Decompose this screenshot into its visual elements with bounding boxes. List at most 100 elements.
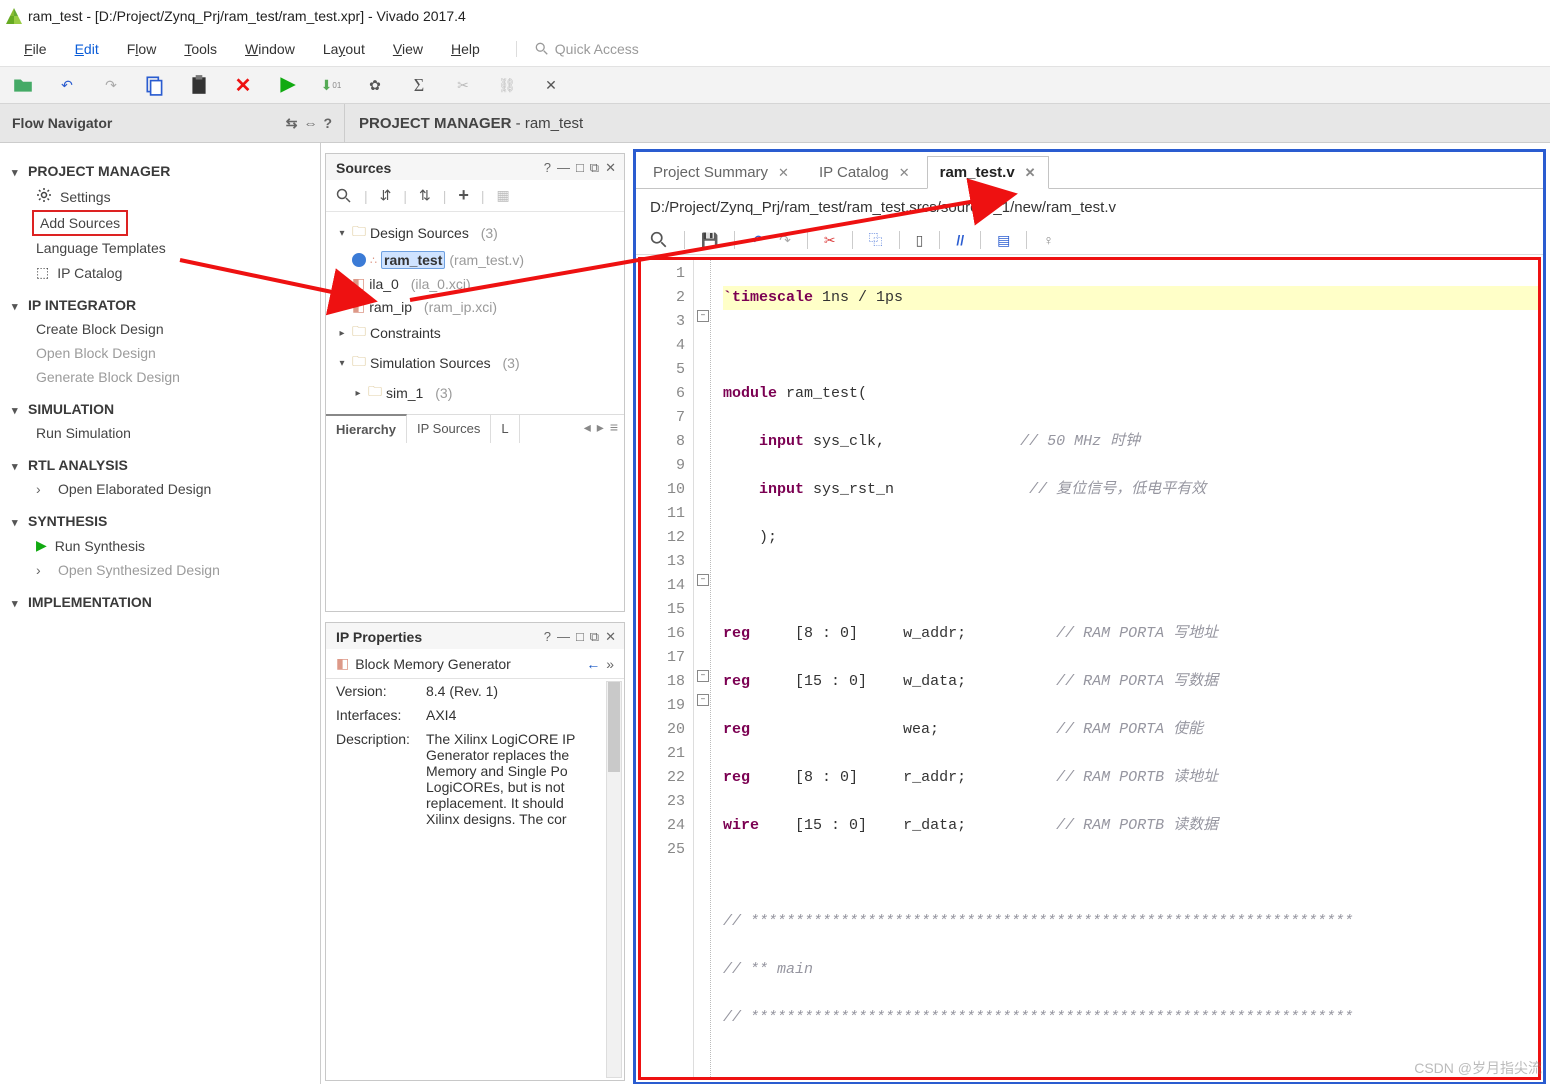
version-value: 8.4 (Rev. 1) [426, 683, 498, 699]
project-manager-label: PROJECT MANAGER [359, 115, 512, 132]
undo-icon[interactable]: ↶ [751, 232, 763, 249]
help-icon[interactable]: ? [544, 629, 551, 645]
fn-project-manager[interactable]: PROJECT MANAGER [12, 155, 308, 183]
close-icon[interactable]: ✕ [1025, 165, 1036, 181]
run-icon[interactable] [276, 74, 298, 96]
fn-ip-catalog[interactable]: ⬚ IP Catalog [12, 260, 308, 285]
popout-icon[interactable]: ⧉ [590, 629, 599, 645]
save-icon[interactable]: 💾 [701, 232, 718, 249]
fn-open-elab[interactable]: Open Elaborated Design [12, 477, 308, 501]
back-icon[interactable]: ← [586, 656, 600, 672]
add-icon[interactable]: + [458, 185, 469, 206]
tree-design-sources[interactable]: ▾🗀 Design Sources (3) [332, 218, 622, 248]
menu-file[interactable]: FFileile [10, 35, 61, 63]
maximize-icon[interactable]: □ [576, 629, 584, 645]
copy-icon[interactable] [144, 74, 166, 96]
copy-icon[interactable]: ⿻ [869, 230, 883, 250]
menu-window[interactable]: Window [231, 35, 309, 63]
ipprops-title: IP Properties [336, 629, 422, 645]
fold-column[interactable]: – – – – [694, 260, 711, 1077]
tree-ram-ip[interactable]: ◧ ram_ip (ram_ip.xci) [332, 295, 622, 318]
undo-icon[interactable]: ↶ [56, 74, 78, 96]
close-icon[interactable]: ✕ [899, 165, 910, 181]
open-icon[interactable] [12, 74, 34, 96]
project-name-label: - ram_test [512, 115, 584, 132]
maximize-icon[interactable]: □ [576, 160, 584, 176]
minimize-icon[interactable]: — [557, 160, 570, 176]
format-icon[interactable]: ▤ [997, 232, 1010, 249]
tab-ram-test[interactable]: ram_test.v✕ [927, 156, 1049, 189]
tree-constraints[interactable]: ▸🗀 Constraints [332, 318, 622, 348]
tree-ila[interactable]: ◧ ila_0 (ila_0.xci) [332, 272, 622, 295]
file-path: D:/Project/Zynq_Prj/ram_test/ram_test.sr… [636, 189, 1543, 226]
fn-run-sim[interactable]: Run Simulation [12, 421, 308, 445]
menu-flow[interactable]: Flow [113, 35, 171, 63]
sources-title: Sources [336, 160, 391, 176]
help-icon[interactable]: ? [544, 160, 551, 176]
window-title: ram_test - [D:/Project/Zynq_Prj/ram_test… [28, 8, 466, 24]
close-icon[interactable]: ✕ [605, 629, 616, 645]
fn-ip-integrator[interactable]: IP INTEGRATOR [12, 289, 308, 317]
sources-tab-libraries[interactable]: L [491, 415, 519, 443]
fn-synthesis[interactable]: SYNTHESIS [12, 505, 308, 533]
interfaces-value: AXI4 [426, 707, 456, 723]
fn-rtl-analysis[interactable]: RTL ANALYSIS [12, 449, 308, 477]
search-icon[interactable] [650, 231, 668, 249]
pin-icon[interactable]: ⇔ [303, 115, 317, 132]
collapse-icon[interactable]: ⇆ [286, 115, 298, 132]
help-icon[interactable]: ? [323, 115, 332, 132]
strike-icon[interactable]: ✕ [540, 74, 562, 96]
quick-access-placeholder: Quick Access [555, 41, 639, 57]
tab-project-summary[interactable]: Project Summary✕ [640, 156, 802, 188]
run-script-icon[interactable]: ⬇01 [320, 74, 342, 96]
popout-icon[interactable]: ⧉ [590, 160, 599, 176]
fn-implementation[interactable]: IMPLEMENTATION [12, 586, 308, 614]
fn-simulation[interactable]: SIMULATION [12, 393, 308, 421]
menu-tools[interactable]: Tools [170, 35, 231, 63]
search-icon [535, 42, 549, 56]
ip-name: Block Memory Generator [355, 656, 511, 672]
paste-icon[interactable] [188, 74, 210, 96]
quick-access-field[interactable]: Quick Access [516, 41, 639, 57]
code-editor[interactable]: 1234567891011121314151617181920212223242… [641, 260, 1538, 1077]
description-value: The Xilinx LogiCORE IP Generator replace… [426, 731, 596, 827]
minimize-icon[interactable]: — [557, 629, 570, 645]
close-icon[interactable]: ✕ [605, 160, 616, 176]
expand-all-icon[interactable]: ⇅ [419, 187, 431, 204]
redo-icon[interactable]: ↷ [779, 232, 791, 249]
comment-icon[interactable]: // [956, 232, 964, 248]
line-gutter: 1234567891011121314151617181920212223242… [641, 260, 694, 1077]
close-icon[interactable]: ✕ [778, 165, 789, 181]
sources-tab-hierarchy[interactable]: Hierarchy [326, 414, 407, 443]
sources-tab-ipsources[interactable]: IP Sources [407, 415, 491, 443]
settings-icon[interactable]: ✿ [364, 74, 386, 96]
delete-icon[interactable]: ✕ [232, 74, 254, 96]
fn-lang-templates[interactable]: Language Templates [12, 236, 308, 260]
fn-create-bd[interactable]: Create Block Design [12, 317, 308, 341]
menu-edit[interactable]: Edit [61, 35, 113, 63]
collapse-all-icon[interactable]: ⇵ [380, 187, 392, 204]
redo-icon[interactable]: ↷ [100, 74, 122, 96]
tree-ram-test[interactable]: ∴ ram_test (ram_test.v) [332, 248, 622, 272]
ip-icon: ⬚ [36, 264, 49, 281]
menu-help[interactable]: Help [437, 35, 494, 63]
tab-ip-catalog[interactable]: IP Catalog✕ [806, 156, 923, 188]
cut-icon[interactable]: ✂ [824, 232, 836, 249]
search-icon[interactable] [336, 188, 352, 204]
more-icon[interactable]: » [606, 656, 614, 672]
bulb-icon[interactable]: ♀ [1043, 232, 1054, 248]
menu-layout[interactable]: Layout [309, 35, 379, 63]
scrollbar[interactable] [606, 681, 622, 1078]
fn-add-sources[interactable]: Add Sources [32, 210, 128, 236]
flow-navigator: PROJECT MANAGER Settings Add Sources Lan… [0, 143, 321, 1084]
paste-icon[interactable]: ▯ [916, 232, 924, 249]
version-label: Version: [336, 683, 426, 699]
fn-run-syn[interactable]: ▶ Run Synthesis [12, 533, 308, 558]
tree-sim1[interactable]: ▸🗀 sim_1 (3) [332, 378, 622, 408]
sigma-icon[interactable]: Σ [408, 74, 430, 96]
fn-settings[interactable]: Settings [12, 183, 308, 210]
description-label: Description: [336, 731, 426, 827]
tree-sim-sources[interactable]: ▾🗀 Simulation Sources (3) [332, 348, 622, 378]
menu-view[interactable]: View [379, 35, 437, 63]
info-icon[interactable]: ▦ [497, 187, 510, 204]
